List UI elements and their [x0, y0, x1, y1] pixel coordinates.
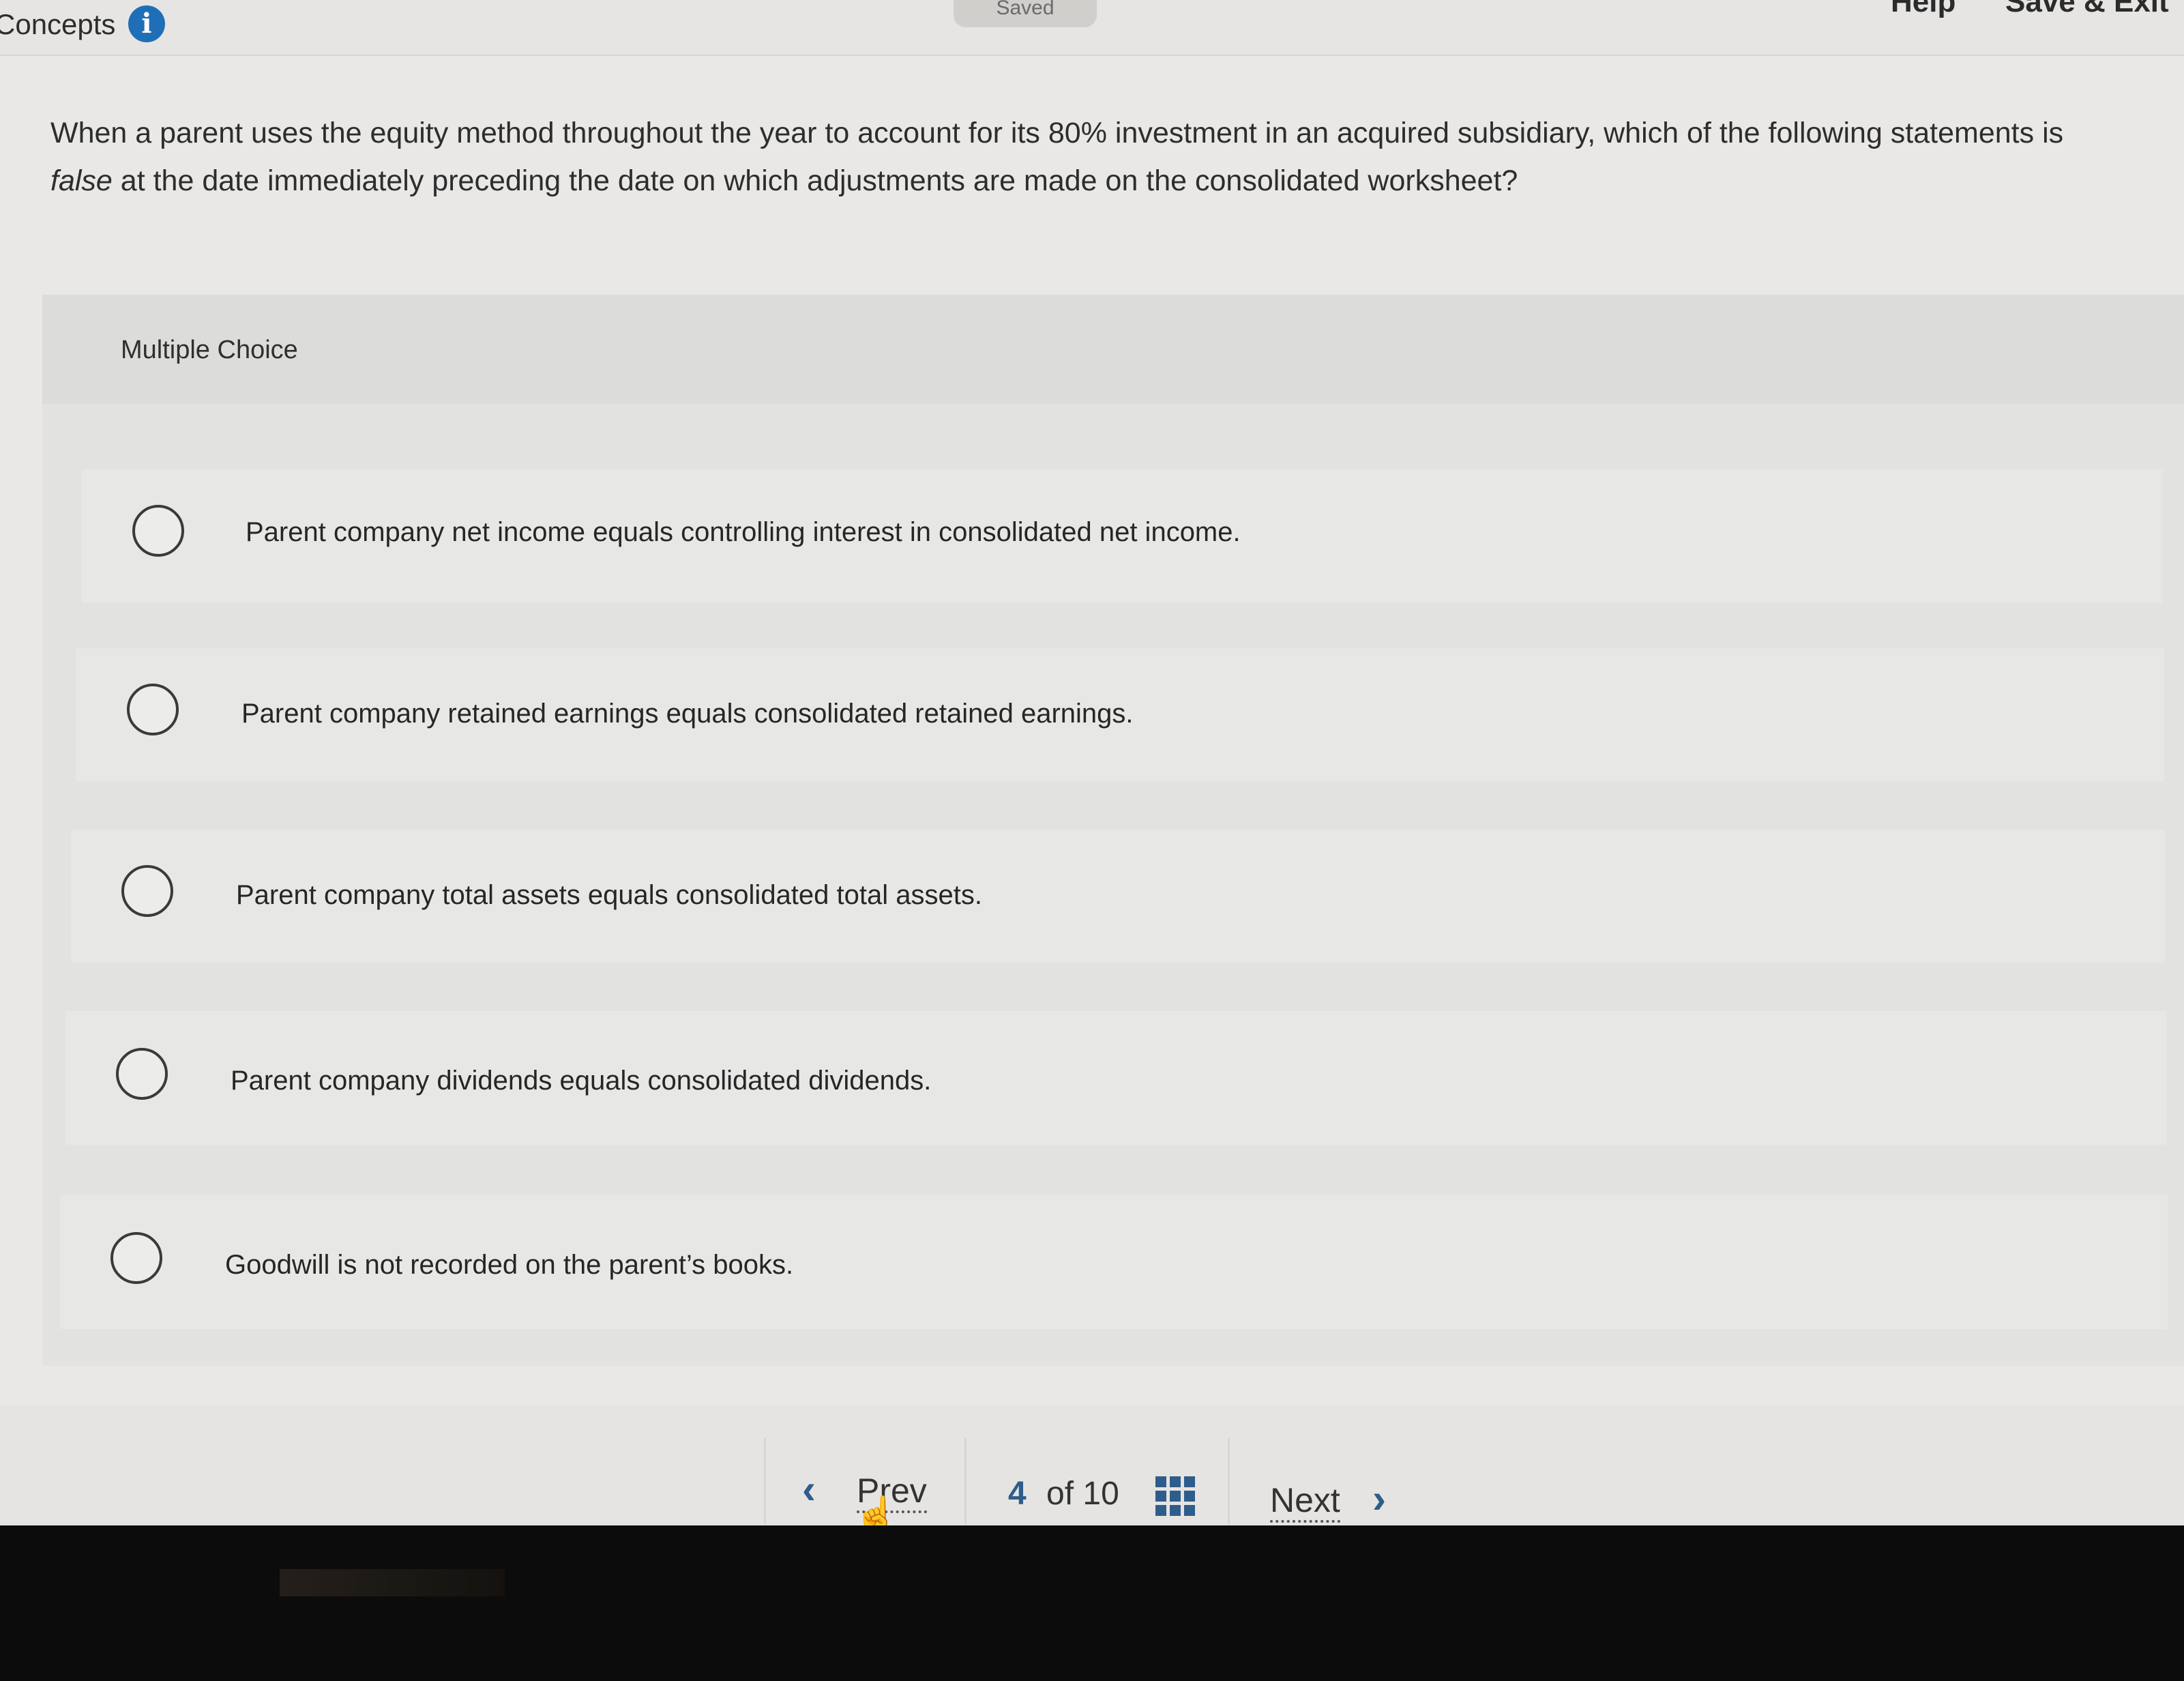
question-emphasis: false [50, 164, 113, 197]
radio-button[interactable] [116, 1048, 168, 1100]
nav-divider [964, 1438, 966, 1524]
question-prompt: When a parent uses the equity method thr… [50, 109, 2069, 205]
next-button[interactable]: Next [1270, 1480, 1340, 1523]
answer-option-text: Parent company dividends equals consolid… [231, 1066, 932, 1096]
answer-option-4[interactable]: Parent company dividends equals consolid… [65, 1011, 2166, 1145]
save-exit-link[interactable]: Save & Exit [2005, 0, 2169, 19]
nav-divider [1228, 1438, 1230, 1524]
chevron-right-icon[interactable]: › [1372, 1475, 1386, 1522]
radio-button[interactable] [121, 865, 173, 917]
page-total: of 10 [1046, 1476, 1119, 1512]
answer-option-2[interactable]: Parent company retained earnings equals … [76, 648, 2164, 782]
answer-option-3[interactable]: Parent company total assets equals conso… [71, 830, 2165, 963]
radio-button[interactable] [127, 684, 179, 735]
answer-option-text: Goodwill is not recorded on the parent’s… [225, 1250, 794, 1280]
saved-status-text: Saved [996, 0, 1054, 19]
answer-option-text: Parent company net income equals control… [246, 517, 1241, 547]
section-title: Concepts [0, 8, 116, 40]
answer-option-5[interactable]: Goodwill is not recorded on the parent’s… [60, 1195, 2168, 1329]
answer-option-1[interactable]: Parent company net income equals control… [82, 469, 2162, 603]
radio-button[interactable] [110, 1232, 162, 1284]
multiple-choice-header: Multiple Choice [42, 295, 2184, 404]
question-text-end: at the date immediately preceding the da… [112, 164, 1518, 197]
nav-divider [764, 1438, 766, 1524]
current-page-number: 4 [1008, 1476, 1027, 1512]
info-icon[interactable]: i [128, 5, 165, 42]
bezel-reflection [280, 1569, 505, 1596]
answer-option-text: Parent company retained earnings equals … [241, 699, 1134, 729]
monitor-bezel [0, 1525, 2184, 1681]
saved-status-badge: Saved [954, 0, 1097, 27]
chevron-left-icon[interactable]: ‹ [802, 1465, 816, 1512]
help-link[interactable]: Help [1891, 0, 1956, 19]
multiple-choice-label: Multiple Choice [121, 336, 298, 364]
question-text-start: When a parent uses the equity method thr… [50, 117, 2064, 149]
radio-button[interactable] [132, 505, 184, 557]
grid-icon[interactable] [1155, 1476, 1195, 1516]
answer-option-text: Parent company total assets equals conso… [236, 880, 982, 910]
